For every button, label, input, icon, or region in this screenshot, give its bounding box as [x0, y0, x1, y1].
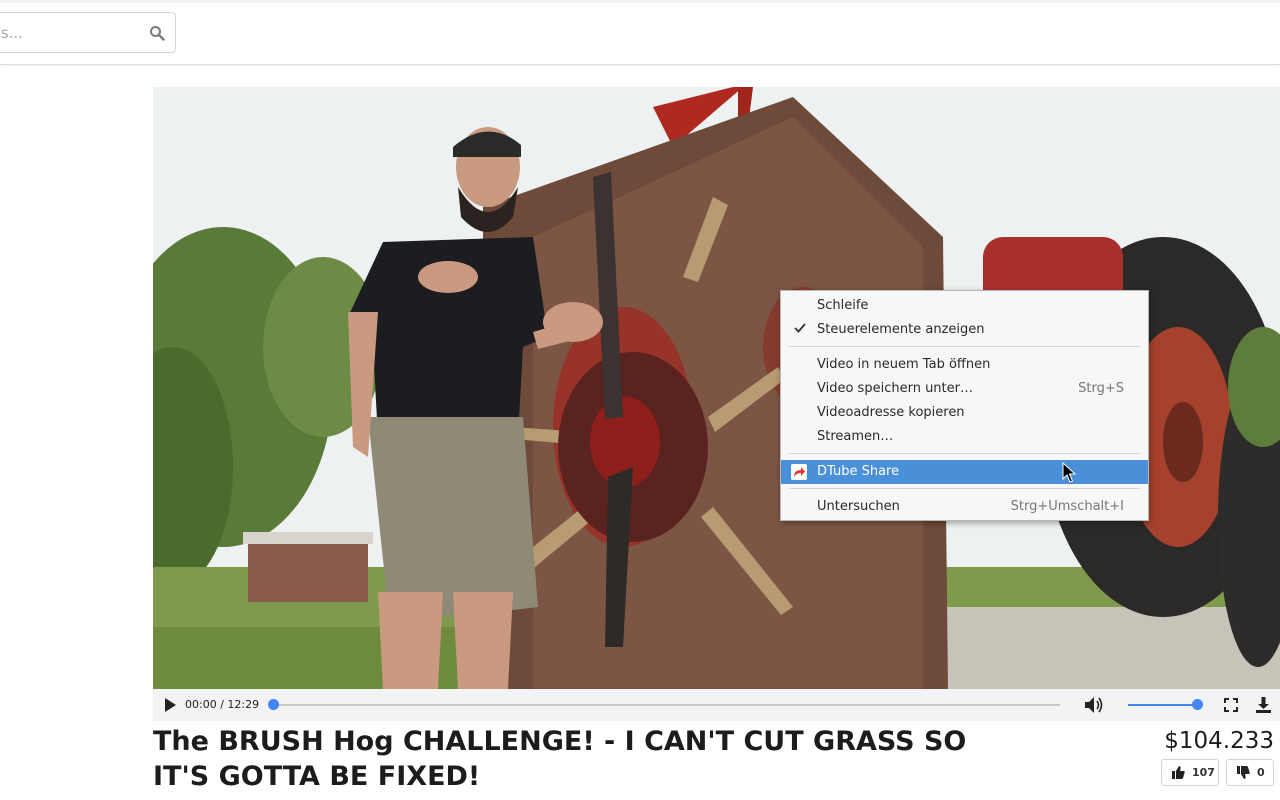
- checkmark-icon: [794, 323, 806, 333]
- menu-item-stream[interactable]: Streamen…: [781, 425, 1148, 449]
- mouse-cursor-icon: [1062, 462, 1076, 483]
- menu-item-label: Schleife: [817, 298, 869, 313]
- volume-thumb[interactable]: [1192, 699, 1203, 710]
- menu-separator: [789, 453, 1140, 454]
- thumbs-down-icon: [1237, 766, 1250, 779]
- menu-item-label: Untersuchen: [817, 499, 900, 514]
- dislike-count: 0: [1257, 766, 1265, 779]
- menu-item-show-controls[interactable]: Steuerelemente anzeigen: [781, 318, 1148, 342]
- menu-item-shortcut: Strg+Umschalt+I: [1010, 499, 1124, 514]
- context-menu: Schleife Steuerelemente anzeigen Video i…: [780, 290, 1149, 521]
- menu-item-inspect[interactable]: Untersuchen Strg+Umschalt+I: [781, 495, 1148, 519]
- menu-separator: [789, 346, 1140, 347]
- thumbs-up-icon: [1172, 766, 1185, 779]
- menu-item-open-new-tab[interactable]: Video in neuem Tab öffnen: [781, 353, 1148, 377]
- download-icon[interactable]: [1256, 697, 1271, 713]
- top-header: deos...: [0, 0, 1280, 65]
- fullscreen-icon[interactable]: [1224, 698, 1238, 712]
- menu-item-label: DTube Share: [817, 464, 900, 479]
- time-display: 00:00 / 12:29: [185, 698, 260, 711]
- video-title: The BRUSH Hog CHALLENGE! - I CAN'T CUT G…: [153, 726, 967, 792]
- search-icon[interactable]: [149, 25, 165, 41]
- menu-item-label: Video speichern unter…: [817, 381, 973, 396]
- video-controls: 00:00 / 12:29: [153, 689, 1280, 721]
- share-arrow-icon: [791, 464, 807, 480]
- like-button[interactable]: 107: [1161, 759, 1219, 786]
- volume-icon[interactable]: [1084, 696, 1104, 714]
- menu-item-label: Videoadresse kopieren: [817, 405, 965, 420]
- menu-item-dtube-share[interactable]: DTube Share: [781, 460, 1148, 484]
- menu-item-copy-address[interactable]: Videoadresse kopieren: [781, 401, 1148, 425]
- progress-thumb[interactable]: [268, 699, 279, 710]
- menu-item-label: Video in neuem Tab öffnen: [817, 357, 991, 372]
- volume-slider[interactable]: [1128, 704, 1198, 706]
- dislike-button[interactable]: 0: [1226, 759, 1274, 786]
- menu-item-save-video[interactable]: Video speichern unter… Strg+S: [781, 377, 1148, 401]
- menu-item-label: Streamen…: [817, 429, 894, 444]
- search-input[interactable]: deos...: [0, 24, 23, 42]
- menu-item-loop[interactable]: Schleife: [781, 294, 1148, 318]
- like-count: 107: [1192, 766, 1215, 779]
- search-box[interactable]: deos...: [0, 12, 176, 53]
- menu-item-label: Steuerelemente anzeigen: [817, 322, 985, 337]
- play-icon[interactable]: [164, 698, 177, 712]
- payout-value: $104.233: [1164, 728, 1274, 754]
- progress-bar[interactable]: [273, 704, 1060, 706]
- menu-separator: [789, 488, 1140, 489]
- menu-item-shortcut: Strg+S: [1078, 381, 1124, 396]
